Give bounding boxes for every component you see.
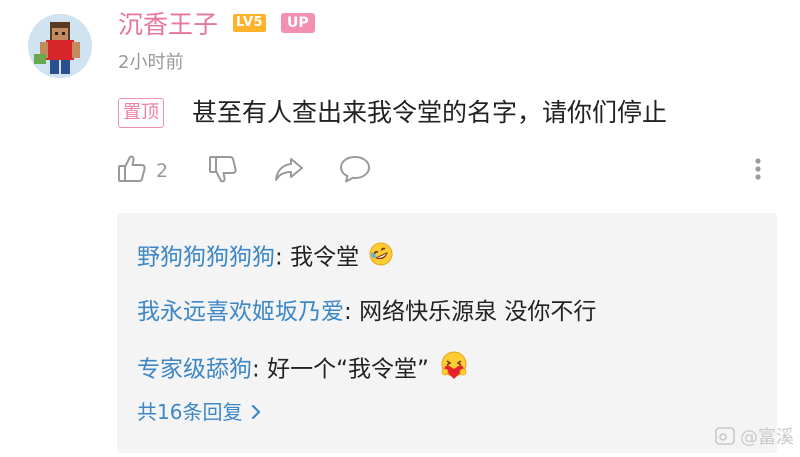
chevron-right-icon xyxy=(250,403,262,421)
watermark-text: @富溪 xyxy=(740,427,794,448)
reply-text: 好一个“我令堂” xyxy=(267,356,429,383)
avatar[interactable] xyxy=(28,14,92,78)
thumbs-up-icon xyxy=(116,153,148,189)
reply-author[interactable]: 专家级舔狗 xyxy=(137,357,252,383)
like-count: 2 xyxy=(156,160,169,182)
reply-separator: : xyxy=(344,299,360,325)
weibo-watermark: @富溪 xyxy=(714,423,794,449)
reply-text: 网络快乐源泉 没你不行 xyxy=(359,299,597,325)
vertical-dots-icon xyxy=(748,153,768,189)
weibo-logo-icon xyxy=(714,425,736,447)
reply-separator: : xyxy=(252,356,268,383)
thumbs-down-icon xyxy=(207,153,239,189)
comment-timestamp: 2小时前 xyxy=(118,52,184,73)
reply-item: 专家级舔狗: 好一个“我令堂” xyxy=(137,351,470,389)
reply-author[interactable]: 我永远喜欢姬坂乃爱 xyxy=(137,299,344,325)
dislike-button[interactable] xyxy=(207,152,239,190)
reply-author[interactable]: 野狗狗狗狗狗 xyxy=(137,245,275,271)
view-all-replies-link[interactable]: 共16条回复 xyxy=(137,399,262,425)
comment-actions: 2 xyxy=(0,152,800,192)
comment-bubble-icon xyxy=(338,153,372,189)
rofl-emoji-icon xyxy=(368,241,394,275)
username[interactable]: 沉香王子 xyxy=(118,10,218,40)
share-button[interactable] xyxy=(273,152,305,190)
reply-count-label: 共16条回复 xyxy=(137,400,243,424)
pinned-badge: 置顶 xyxy=(118,98,164,128)
level-badge: LV5 xyxy=(233,14,267,32)
reply-button[interactable] xyxy=(338,152,372,190)
comment-text: 甚至有人查出来我令堂的名字，请你们停止 xyxy=(192,98,668,127)
reply-text: 我令堂 xyxy=(290,244,360,271)
more-options-button[interactable] xyxy=(748,152,768,190)
reply-separator: : xyxy=(275,244,291,271)
reply-item: 我永远喜欢姬坂乃爱: 网络快乐源泉 没你不行 xyxy=(137,297,596,327)
up-badge: UP xyxy=(281,13,315,33)
replies-preview[interactable]: 野狗狗狗狗狗: 我令堂 我永远喜欢姬坂乃爱: 网络快乐源泉 没你不行 专家级舔狗… xyxy=(117,213,777,453)
heart-hug-emoji-icon xyxy=(438,351,470,389)
like-button[interactable]: 2 xyxy=(116,152,168,190)
reply-item: 野狗狗狗狗狗: 我令堂 xyxy=(137,241,394,275)
share-icon xyxy=(273,153,305,189)
